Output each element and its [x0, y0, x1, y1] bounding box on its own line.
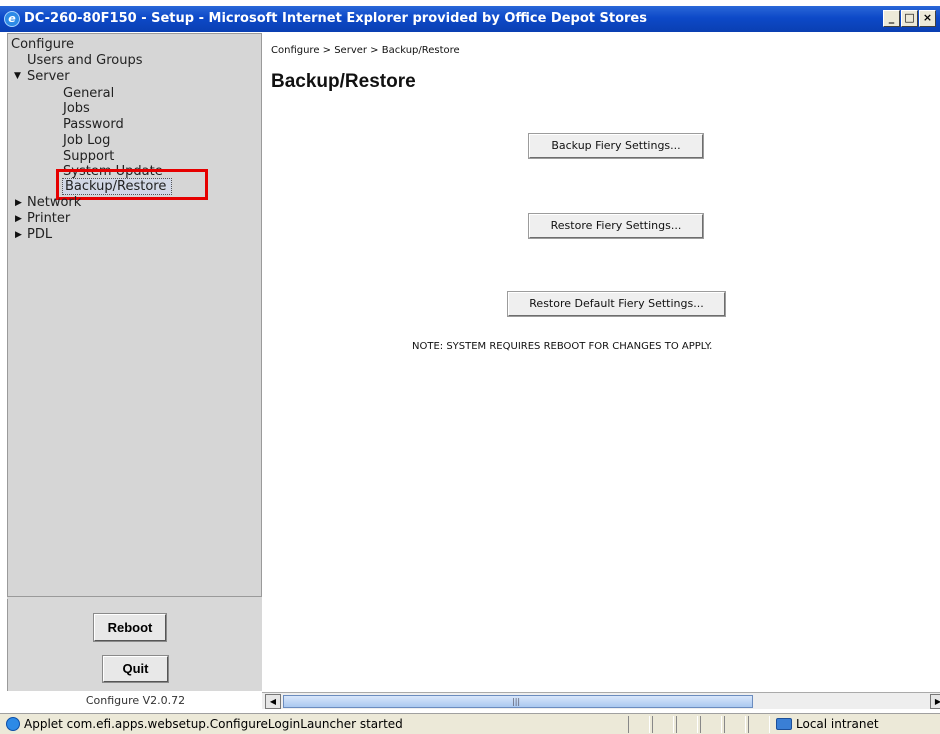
ie-page-icon — [6, 717, 20, 731]
reboot-button[interactable]: Reboot — [93, 613, 167, 642]
backup-settings-button[interactable]: Backup Fiery Settings... — [528, 133, 704, 159]
collapsed-triangle-icon[interactable]: ▶ — [15, 214, 22, 224]
tree-item-printer[interactable]: Printer — [27, 211, 70, 226]
tree-item-job-log[interactable]: Job Log — [63, 133, 110, 148]
minimize-button[interactable]: _ — [883, 10, 900, 27]
collapsed-triangle-icon[interactable]: ▶ — [15, 198, 22, 208]
sidebar: Configure Users and Groups ▼ Server Gene… — [7, 33, 262, 707]
horizontal-scrollbar[interactable]: ◀ ||| ▶ — [262, 692, 940, 709]
collapsed-triangle-icon[interactable]: ▶ — [15, 230, 22, 240]
status-message: Applet com.efi.apps.websetup.ConfigureLo… — [24, 717, 403, 731]
status-cell — [724, 716, 746, 733]
tree-item-general[interactable]: General — [63, 86, 114, 101]
quit-button[interactable]: Quit — [102, 655, 169, 683]
status-cell — [676, 716, 698, 733]
status-cell — [748, 716, 770, 733]
reboot-note: NOTE: SYSTEM REQUIRES REBOOT FOR CHANGES… — [412, 341, 713, 352]
scroll-thumb[interactable]: ||| — [283, 695, 753, 708]
tree-item-server[interactable]: Server — [27, 69, 70, 84]
tree-item-pdl[interactable]: PDL — [27, 227, 52, 242]
status-cell — [628, 716, 650, 733]
page-title: Backup/Restore — [271, 71, 416, 92]
breadcrumb: Configure > Server > Backup/Restore — [271, 45, 460, 56]
grip-icon: ||| — [512, 697, 521, 706]
maximize-button[interactable]: □ — [901, 10, 918, 27]
status-cell — [700, 716, 722, 733]
expanded-triangle-icon[interactable]: ▼ — [14, 71, 21, 81]
security-zone-label: Local intranet — [796, 717, 879, 731]
sidebar-actions: Reboot Quit Configure V2.0.72 — [7, 599, 262, 707]
close-button[interactable]: × — [919, 10, 936, 27]
window-titlebar[interactable]: e DC-260-80F150 - Setup - Microsoft Inte… — [0, 6, 940, 32]
tree-item-support[interactable]: Support — [63, 149, 114, 164]
content-panel: Configure > Server > Backup/Restore Back… — [262, 33, 940, 688]
configure-tree: Configure Users and Groups ▼ Server Gene… — [7, 33, 262, 597]
status-cell — [652, 716, 674, 733]
tree-item-network[interactable]: Network — [27, 195, 81, 210]
scroll-left-icon[interactable]: ◀ — [265, 694, 281, 709]
restore-default-settings-button[interactable]: Restore Default Fiery Settings... — [507, 291, 726, 317]
window-title: DC-260-80F150 - Setup - Microsoft Intern… — [24, 11, 647, 26]
tree-root-configure[interactable]: Configure — [11, 37, 74, 52]
tree-item-users-and-groups[interactable]: Users and Groups — [27, 53, 142, 68]
ie-icon: e — [4, 11, 20, 27]
tree-item-password[interactable]: Password — [63, 117, 124, 132]
restore-settings-button[interactable]: Restore Fiery Settings... — [528, 213, 704, 239]
version-label: Configure V2.0.72 — [85, 694, 186, 707]
tree-item-jobs[interactable]: Jobs — [63, 101, 90, 116]
local-intranet-icon — [776, 718, 792, 730]
status-bar: Applet com.efi.apps.websetup.ConfigureLo… — [0, 713, 940, 734]
scroll-right-icon[interactable]: ▶ — [930, 694, 940, 709]
